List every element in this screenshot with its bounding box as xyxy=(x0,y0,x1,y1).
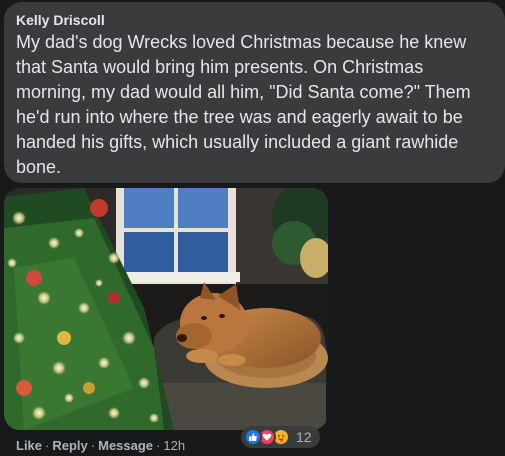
like-link[interactable]: Like xyxy=(16,438,42,453)
message-link[interactable]: Message xyxy=(98,438,153,453)
comment-author[interactable]: Kelly Driscoll xyxy=(16,11,493,29)
reaction-count: 12 xyxy=(296,429,312,445)
comment-bubble: Kelly Driscoll My dad's dog Wrecks loved… xyxy=(4,2,505,183)
separator: · xyxy=(90,438,96,453)
separator: · xyxy=(156,438,161,453)
comment-timestamp[interactable]: 12h xyxy=(163,438,185,453)
separator: · xyxy=(45,438,50,453)
reply-link[interactable]: Reply xyxy=(52,438,87,453)
dog-christmas-tree-photo xyxy=(4,188,328,430)
comment-text: My dad's dog Wrecks loved Christmas beca… xyxy=(16,32,471,177)
comment-actions: Like · Reply · Message · 12h xyxy=(16,438,185,454)
comment-photo[interactable] xyxy=(4,188,328,430)
comment-view: Kelly Driscoll My dad's dog Wrecks loved… xyxy=(0,0,505,456)
reactions-summary[interactable]: 12 xyxy=(241,426,320,448)
like-icon xyxy=(244,428,262,446)
